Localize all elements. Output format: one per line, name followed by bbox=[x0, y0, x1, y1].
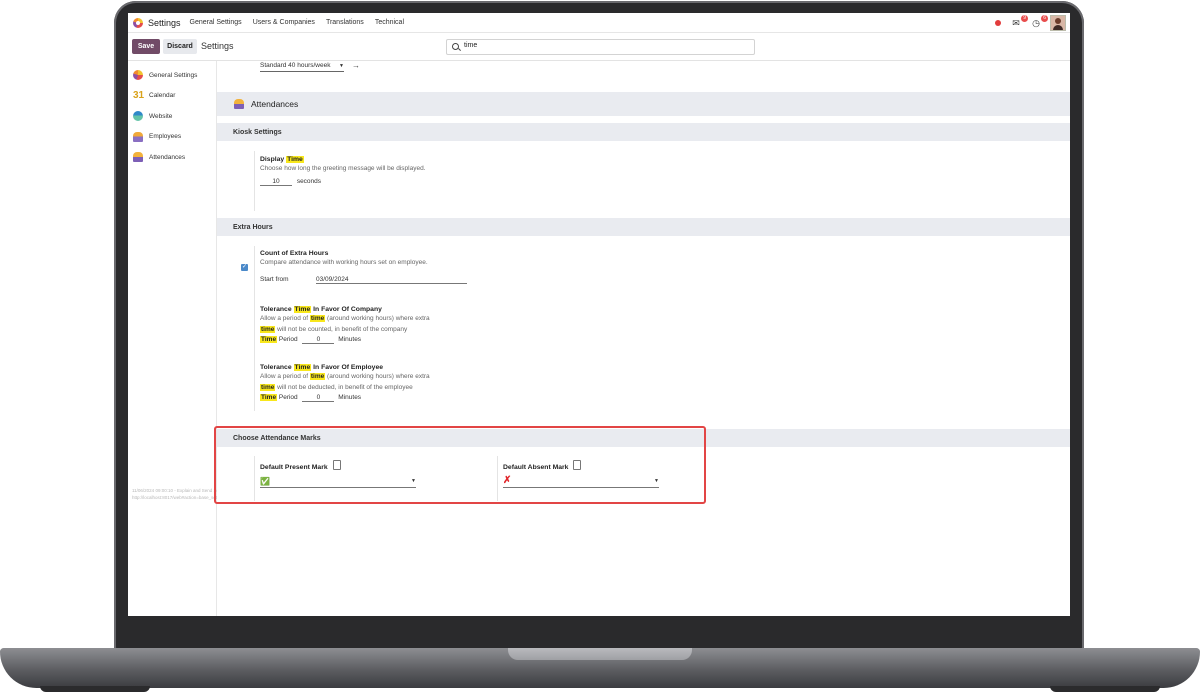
title-text: In Favor Of Employee bbox=[311, 364, 384, 371]
search-highlight: Time bbox=[260, 336, 278, 343]
sidebar-item-employees[interactable]: Employees bbox=[128, 127, 216, 148]
clock-icon[interactable]: ◷ 6 bbox=[1030, 14, 1048, 28]
status-dot-icon[interactable] bbox=[995, 19, 1001, 26]
divider bbox=[254, 151, 255, 211]
count-extra-hours-setting: Count of Extra Hours Compare attendance … bbox=[260, 250, 640, 288]
search-value: time bbox=[464, 42, 478, 49]
calendar-icon: 31 bbox=[133, 89, 145, 101]
website-icon bbox=[133, 111, 143, 122]
menu-translations[interactable]: Translations bbox=[326, 19, 364, 26]
desc-text: Allow a period of bbox=[260, 315, 310, 322]
sidebar-item-label: Employees bbox=[149, 133, 182, 141]
setting-description: Choose how long the greeting message wil… bbox=[260, 165, 426, 172]
employees-icon bbox=[133, 131, 143, 142]
desc-text: (around working hours) where extra bbox=[325, 315, 430, 322]
setting-title: Tolerance Time In Favor Of Company bbox=[260, 306, 640, 313]
title-text: In Favor Of Company bbox=[311, 306, 382, 313]
count-extra-hours-checkbox[interactable]: ✓ bbox=[241, 264, 248, 271]
discard-button[interactable]: Discard bbox=[163, 39, 197, 54]
laptop-foot bbox=[1050, 686, 1160, 692]
tolerance-company-input[interactable]: 0 bbox=[302, 336, 335, 344]
app-name[interactable]: Settings bbox=[148, 18, 181, 28]
sidebar-item-label: General Settings bbox=[149, 71, 198, 79]
search-highlight: time bbox=[260, 326, 276, 333]
sidebar-item-label: Website bbox=[149, 112, 173, 120]
search-highlight: Time bbox=[293, 306, 312, 313]
search-highlight: Time bbox=[286, 156, 304, 163]
title-text: Tolerance bbox=[260, 306, 294, 313]
laptop-notch bbox=[508, 648, 692, 660]
section-title: Kiosk Settings bbox=[233, 128, 282, 136]
sidebar-item-label: Attendances bbox=[149, 153, 186, 161]
divider bbox=[254, 246, 255, 411]
setting-title: Display Time bbox=[260, 156, 620, 163]
odoo-logo-icon[interactable] bbox=[133, 17, 143, 28]
arrow-right-icon[interactable]: → bbox=[352, 61, 360, 70]
period-label: Period bbox=[277, 394, 298, 401]
desc-text: Allow a period of bbox=[260, 373, 310, 380]
save-button[interactable]: Save bbox=[132, 39, 160, 54]
display-time-setting: Display Time Choose how long the greetin… bbox=[260, 156, 620, 186]
setting-description: Allow a period of time (around working h… bbox=[260, 313, 640, 335]
setting-description: Allow a period of time (around working h… bbox=[260, 371, 640, 393]
working-hours-select[interactable]: Standard 40 hours/week ▼ bbox=[260, 62, 344, 72]
desc-text: (around working hours) where extra bbox=[325, 373, 430, 380]
sidebar-item-general-settings[interactable]: General Settings bbox=[128, 65, 216, 86]
search-highlight: time bbox=[260, 384, 276, 391]
tolerance-company-setting: Tolerance Time In Favor Of Company Allow… bbox=[260, 306, 640, 344]
start-from-date-input[interactable]: 03/09/2024 bbox=[316, 276, 467, 284]
desc-text: will not be deducted, in benefit of the … bbox=[275, 384, 413, 391]
activity-badge: 6 bbox=[1041, 14, 1048, 22]
title-text: Display bbox=[260, 156, 287, 163]
title-text: Tolerance bbox=[260, 364, 294, 371]
search-icon bbox=[452, 43, 459, 50]
setting-description: Compare attendance with working hours se… bbox=[260, 259, 428, 266]
tolerance-employee-input[interactable]: 0 bbox=[302, 394, 335, 402]
menu-general-settings[interactable]: General Settings bbox=[190, 19, 242, 26]
tolerance-employee-setting: Tolerance Time In Favor Of Employee Allo… bbox=[260, 364, 640, 402]
seconds-unit: seconds bbox=[296, 178, 322, 185]
period-label: Period bbox=[277, 336, 298, 343]
chat-badge: 9 bbox=[1021, 14, 1028, 22]
extra-hours-header: Extra Hours bbox=[217, 218, 1070, 236]
settings-content: Standard 40 hours/week ▼ → Attendances K… bbox=[217, 61, 1070, 616]
kiosk-settings-header: Kiosk Settings bbox=[217, 123, 1070, 141]
top-navbar: Settings General Settings Users & Compan… bbox=[128, 13, 1070, 33]
highlight-annotation-box bbox=[214, 426, 706, 504]
working-hours-value: Standard 40 hours/week bbox=[260, 62, 331, 69]
user-avatar[interactable] bbox=[1050, 14, 1066, 31]
section-title: Extra Hours bbox=[233, 223, 273, 231]
sidebar-item-calendar[interactable]: 31 Calendar bbox=[128, 86, 216, 107]
laptop-foot bbox=[40, 686, 150, 692]
control-panel: Save Discard Settings time bbox=[128, 33, 1070, 61]
screen: Settings General Settings Users & Compan… bbox=[128, 13, 1070, 616]
setting-title: Count of Extra Hours bbox=[260, 250, 329, 257]
caret-down-icon: ▼ bbox=[339, 63, 344, 69]
attendances-icon bbox=[133, 152, 143, 163]
search-highlight: Time bbox=[260, 394, 278, 401]
setting-title: Tolerance Time In Favor Of Employee bbox=[260, 364, 640, 371]
menu-users-companies[interactable]: Users & Companies bbox=[253, 19, 315, 26]
menu-technical[interactable]: Technical bbox=[375, 19, 404, 26]
minutes-unit: Minutes bbox=[338, 394, 362, 401]
search-highlight: Time bbox=[293, 364, 312, 371]
minutes-unit: Minutes bbox=[338, 336, 362, 343]
sidebar-item-label: Calendar bbox=[149, 92, 176, 100]
sidebar-item-website[interactable]: Website bbox=[128, 106, 216, 127]
breadcrumb: Settings bbox=[201, 41, 234, 51]
desc-text: will not be counted, in benefit of the c… bbox=[275, 326, 408, 333]
search-input[interactable]: time bbox=[446, 39, 755, 55]
app-title: Attendances bbox=[251, 99, 299, 109]
attendances-icon bbox=[234, 99, 244, 109]
sidebar-item-attendances[interactable]: Attendances bbox=[128, 147, 216, 168]
search-highlight: time bbox=[309, 373, 326, 380]
chat-icon[interactable]: ✉ 9 bbox=[1010, 14, 1028, 28]
search-highlight: time bbox=[309, 315, 326, 322]
settings-sidebar: General Settings 31 Calendar Website Emp… bbox=[128, 61, 307, 616]
odoo-logo-icon bbox=[133, 70, 143, 81]
seconds-input[interactable]: 10 bbox=[260, 178, 292, 186]
app-section-header: Attendances bbox=[217, 92, 1070, 116]
start-from-label: Start from bbox=[260, 276, 289, 283]
